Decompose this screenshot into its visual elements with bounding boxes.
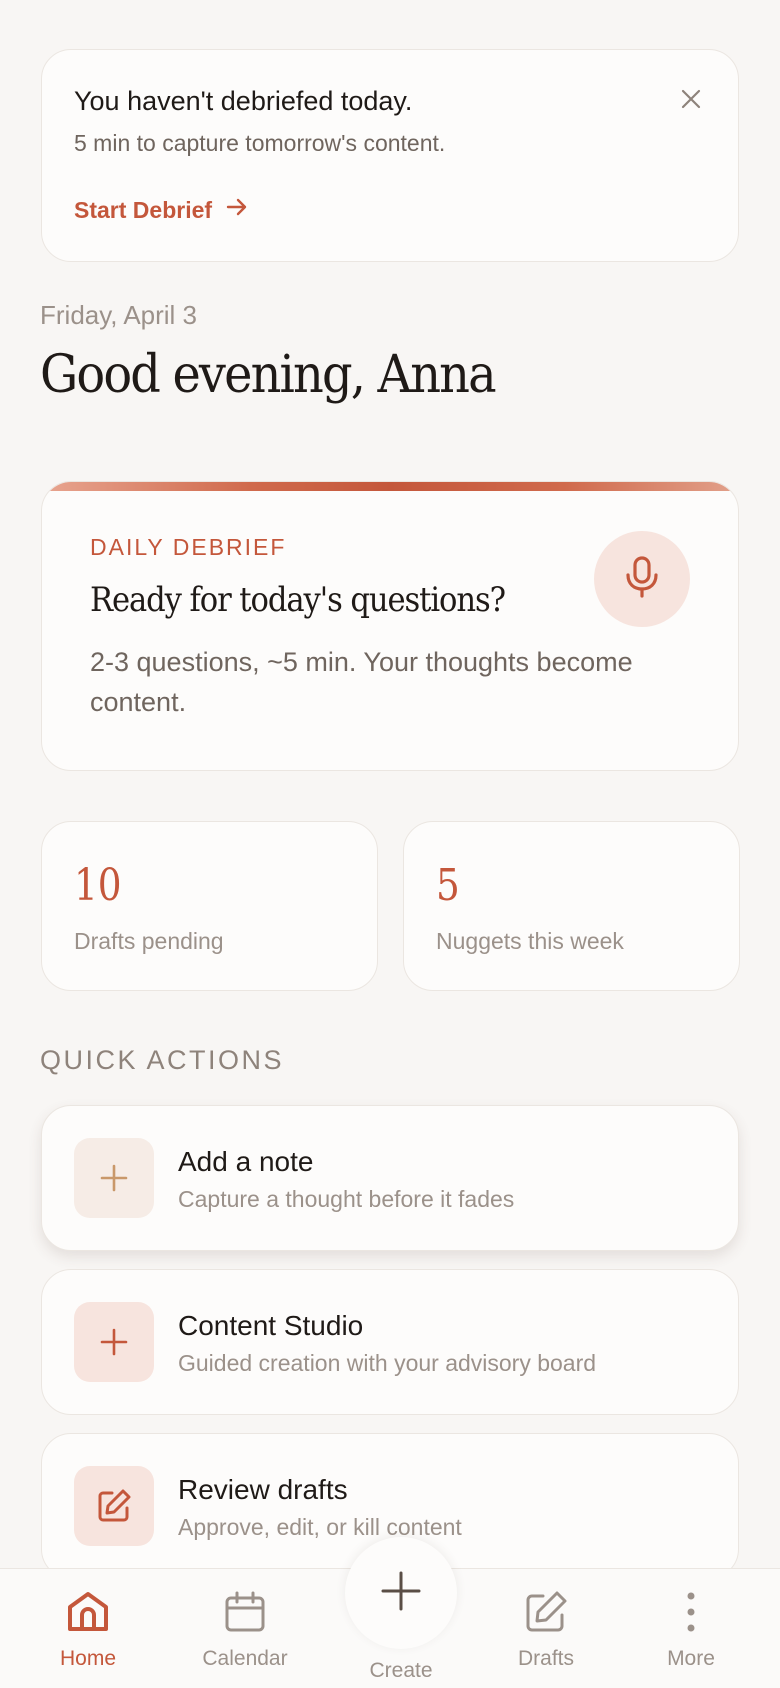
debrief-reminder-banner: You haven't debriefed today. 5 min to ca… [41,49,739,262]
nav-label-create: Create [369,1659,433,1682]
stat-value: 5 [436,860,460,911]
home-icon [65,1589,111,1635]
plus-icon [74,1302,154,1382]
stat-nuggets-this-week[interactable]: 5 Nuggets this week [403,821,740,991]
stat-label: Drafts pending [74,928,224,954]
nav-label: Calendar [202,1647,288,1670]
action-subtitle: Guided creation with your advisory board [178,1350,597,1376]
close-icon[interactable] [678,86,704,112]
plus-icon [381,1571,421,1616]
start-debrief-link[interactable]: Start Debrief [74,196,248,224]
banner-subtitle: 5 min to capture tomorrow's content. [74,130,446,156]
create-button[interactable] [345,1537,457,1649]
action-title: Review drafts [178,1474,348,1505]
nav-tab-more[interactable]: More [631,1569,751,1688]
more-vertical-icon [685,1589,697,1635]
stat-value: 10 [74,860,122,911]
edit-icon [523,1589,569,1635]
plus-icon [74,1138,154,1218]
edit-icon [74,1466,154,1546]
microphone-icon [622,555,662,604]
nav-label: Drafts [517,1647,574,1670]
nav-tab-calendar[interactable]: Calendar [185,1569,305,1688]
nav-label: More [667,1647,715,1670]
page-title: Good evening, Anna [40,345,497,405]
add-note-action[interactable]: Add a note Capture a thought before it f… [41,1105,739,1251]
nav-tab-drafts[interactable]: Drafts [486,1569,606,1688]
accent-bar [42,482,738,491]
start-debrief-label: Start Debrief [74,196,213,223]
banner-title: You haven't debriefed today. [74,86,413,116]
debrief-label: DAILY DEBRIEF [90,534,287,560]
stat-drafts-pending[interactable]: 10 Drafts pending [41,821,378,991]
daily-debrief-card[interactable]: DAILY DEBRIEF Ready for today's question… [41,481,739,771]
nav-tab-home[interactable]: Home [28,1569,148,1688]
quick-actions-heading: QUICK ACTIONS [40,1045,285,1075]
action-title: Add a note [178,1146,314,1177]
microphone-button[interactable] [594,531,690,627]
arrow-right-icon [226,196,248,224]
action-subtitle: Capture a thought before it fades [178,1186,515,1212]
stat-label: Nuggets this week [436,928,624,954]
action-title: Content Studio [178,1310,364,1341]
calendar-icon [223,1589,267,1635]
nav-label: Home [59,1647,117,1670]
debrief-question: Ready for today's questions? [90,580,506,620]
current-date: Friday, April 3 [40,300,198,330]
content-studio-action[interactable]: Content Studio Guided creation with your… [41,1269,739,1415]
action-subtitle: Approve, edit, or kill content [178,1514,462,1540]
debrief-description: 2-3 questions, ~5 min. Your thoughts bec… [90,647,633,717]
